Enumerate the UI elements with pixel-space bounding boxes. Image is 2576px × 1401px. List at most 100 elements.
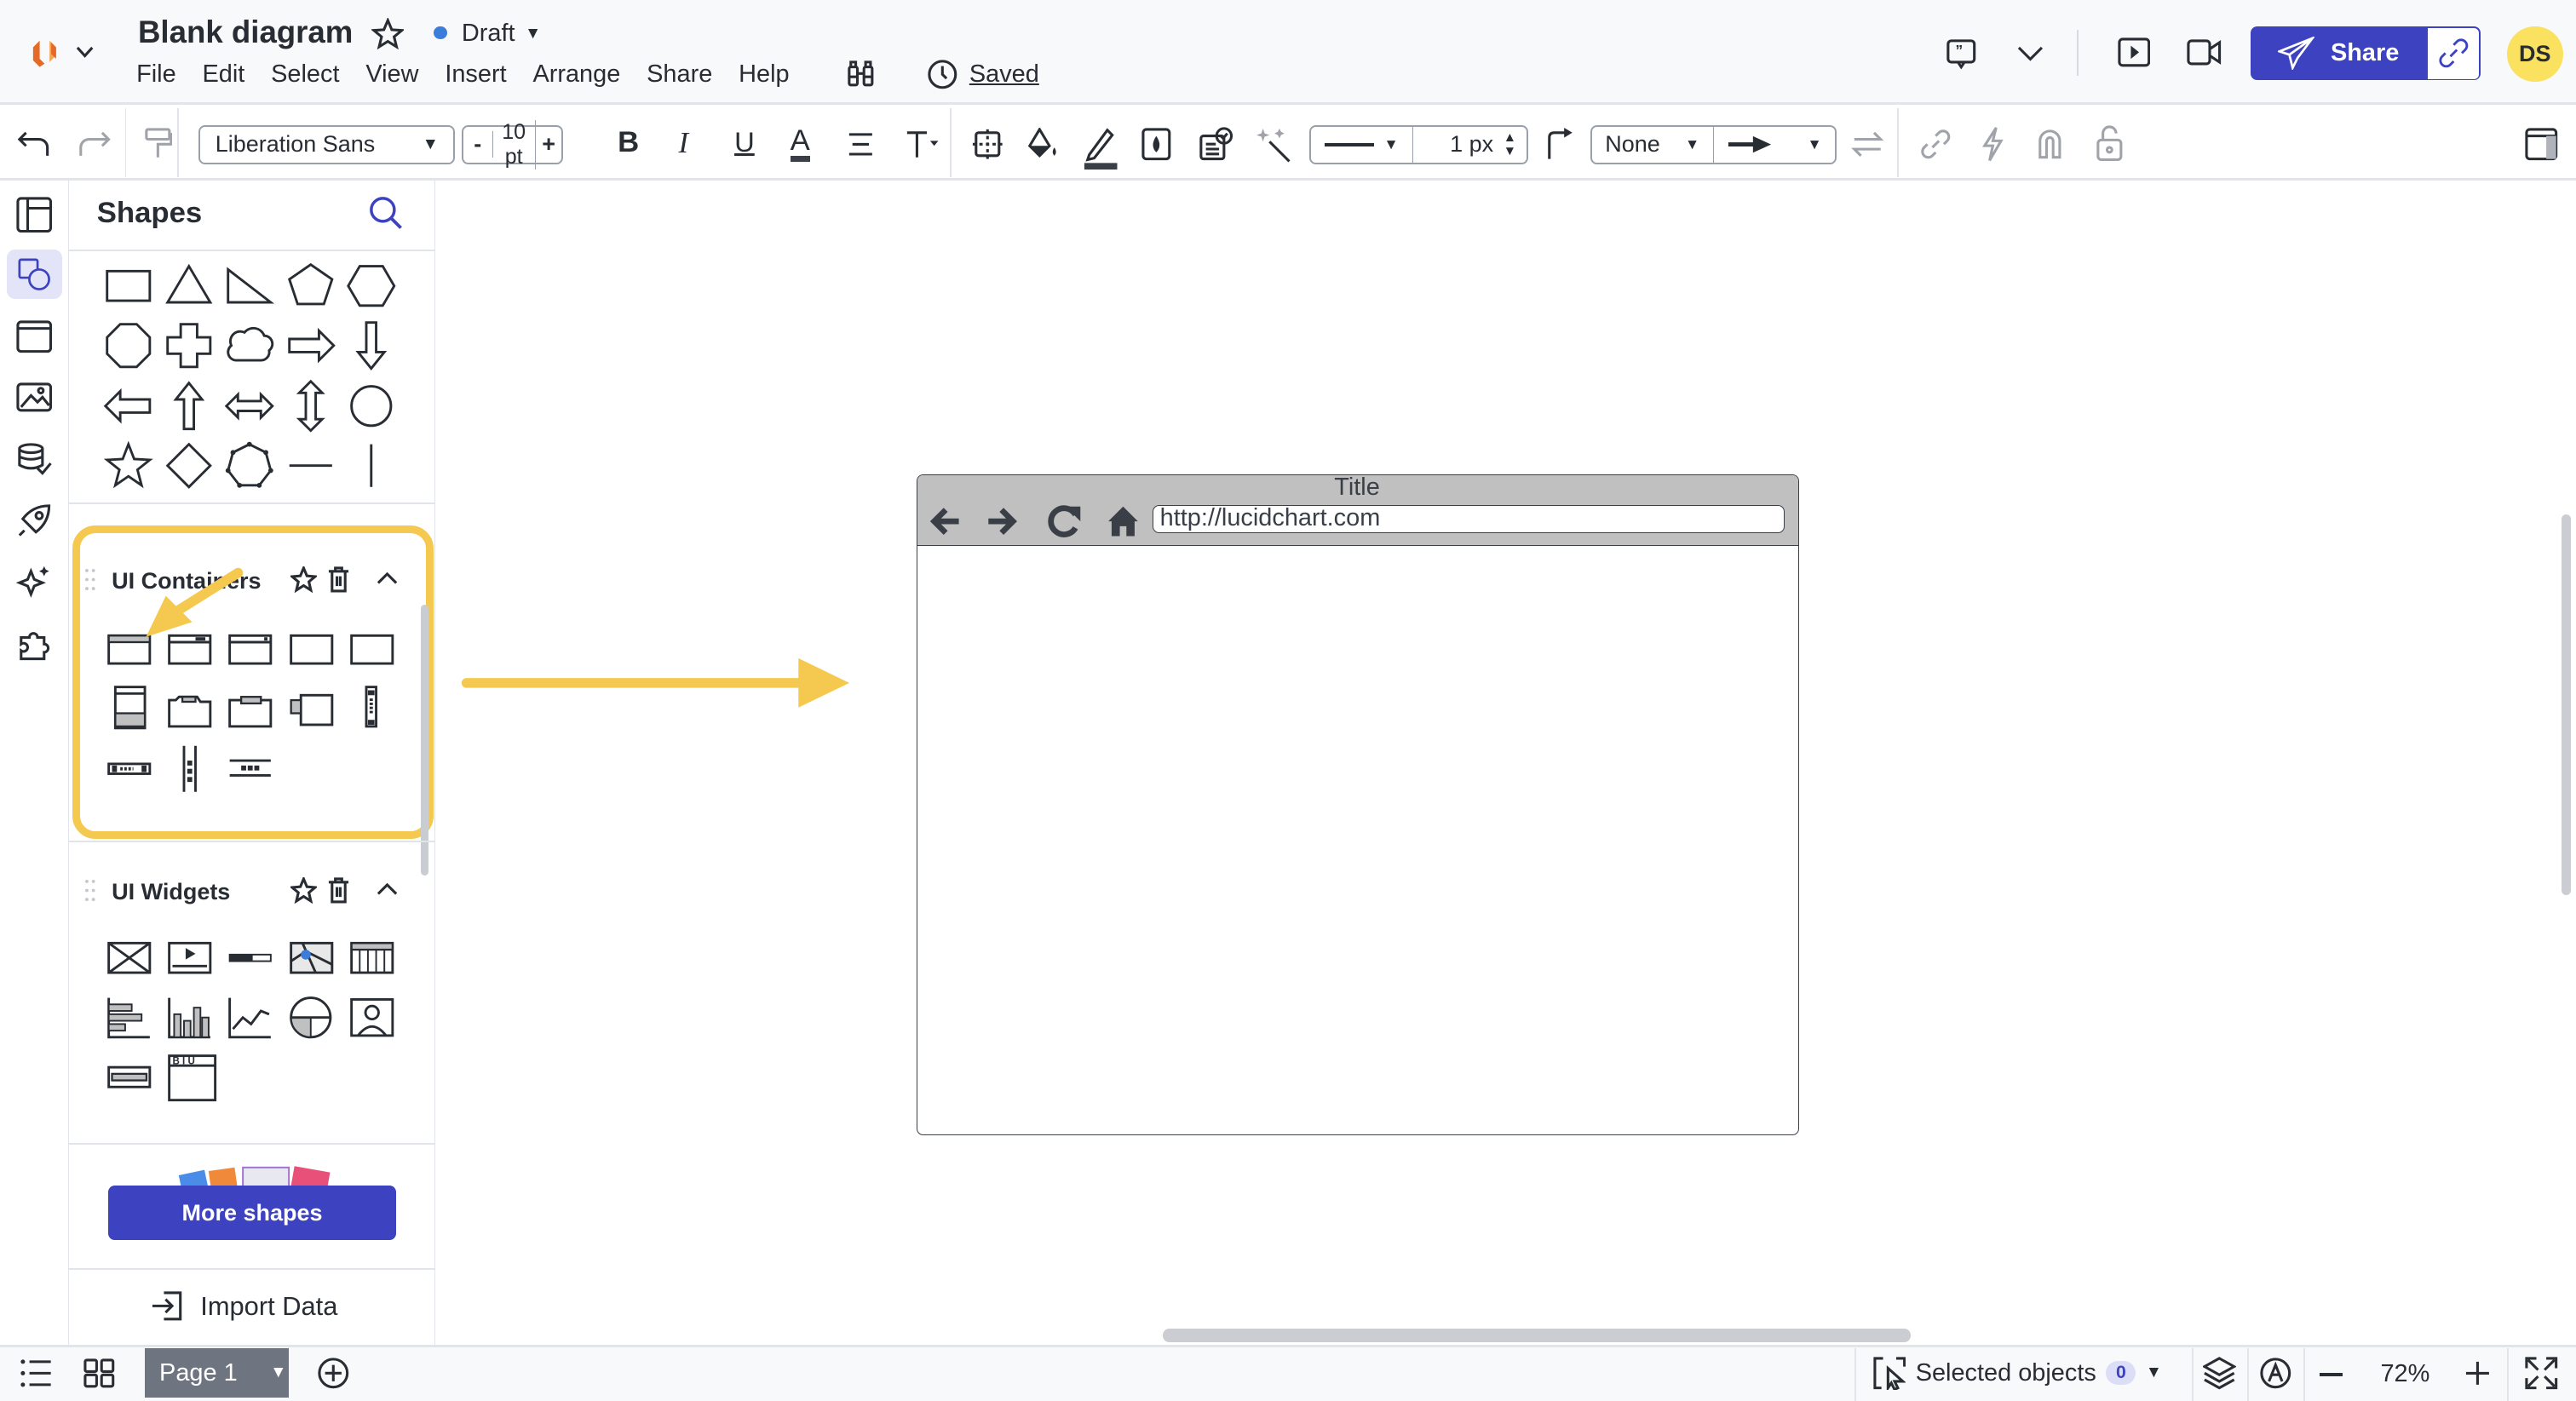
- redo-icon[interactable]: [76, 129, 112, 159]
- star-icon[interactable]: [371, 18, 405, 51]
- menu-insert[interactable]: Insert: [445, 60, 506, 89]
- shape-star[interactable]: [101, 436, 161, 496]
- browser-title[interactable]: Title: [917, 475, 1797, 502]
- font-size-input[interactable]: 10 pt: [493, 119, 536, 169]
- shape-horizontal-line[interactable]: [283, 436, 343, 496]
- shape-triangle[interactable]: [161, 256, 221, 316]
- browser-url-bar[interactable]: http://lucidchart.com: [1152, 505, 1785, 533]
- shape-container[interactable]: [343, 619, 404, 679]
- shape-panel[interactable]: [283, 619, 343, 679]
- add-page-icon[interactable]: [317, 1357, 350, 1390]
- layers-icon[interactable]: [2203, 1357, 2236, 1390]
- menu-file[interactable]: File: [136, 60, 176, 89]
- shape-map[interactable]: [283, 928, 343, 988]
- increase-font-size-button[interactable]: +: [536, 131, 562, 158]
- trash-icon[interactable]: [327, 566, 350, 593]
- end-arrow-select[interactable]: ▼: [1714, 135, 1836, 154]
- menu-share[interactable]: Share: [647, 60, 712, 89]
- shape-rich-text-editor[interactable]: B I U: [161, 1048, 221, 1107]
- fullscreen-icon[interactable]: [2525, 1357, 2558, 1390]
- shape-arrow-right[interactable]: [283, 316, 343, 376]
- shape-pie-chart[interactable]: [283, 988, 343, 1048]
- zoom-in-button[interactable]: [2464, 1360, 2491, 1387]
- start-arrow-select[interactable]: None ▼: [1592, 126, 1714, 163]
- document-title[interactable]: Blank diagram: [138, 14, 353, 50]
- shape-folder-tabs[interactable]: [161, 679, 221, 738]
- magic-wand-icon[interactable]: [1255, 125, 1294, 164]
- grid-view-icon[interactable]: [83, 1358, 115, 1388]
- shape-arrow-up-down[interactable]: [283, 376, 343, 436]
- panel-scrollbar[interactable]: [420, 604, 429, 876]
- shape-octagon[interactable]: [101, 316, 161, 376]
- link-icon[interactable]: [1919, 128, 1952, 161]
- toggle-right-panel-icon[interactable]: [2525, 128, 2558, 161]
- line-shape-icon[interactable]: [1544, 128, 1578, 161]
- templates-icon[interactable]: [16, 320, 53, 353]
- italic-button[interactable]: I: [678, 126, 688, 160]
- copy-link-button[interactable]: [2428, 27, 2480, 79]
- menu-select[interactable]: Select: [271, 60, 339, 89]
- image-icon[interactable]: [16, 382, 53, 412]
- shape-cross[interactable]: [161, 316, 221, 376]
- drag-handle-icon[interactable]: [85, 879, 95, 902]
- shape-hexagon[interactable]: [343, 256, 404, 316]
- integrations-puzzle-icon[interactable]: [16, 626, 52, 662]
- caret-down-icon[interactable]: ▼: [270, 1364, 286, 1382]
- shape-text-input[interactable]: [101, 1048, 161, 1107]
- drag-handle-icon[interactable]: [85, 568, 95, 591]
- shape-bar-chart[interactable]: [161, 988, 221, 1048]
- chevron-down-icon[interactable]: [2017, 46, 2044, 62]
- data-linking-icon[interactable]: [16, 442, 52, 478]
- shape-arrow-down[interactable]: [343, 316, 404, 376]
- shape-bar-chart-horizontal[interactable]: [101, 988, 161, 1048]
- line-width-input[interactable]: 1 px ▲ ▼: [1413, 131, 1527, 158]
- collapse-chevron-icon[interactable]: [377, 882, 398, 895]
- list-view-icon[interactable]: [20, 1358, 53, 1388]
- shape-cloud[interactable]: [221, 316, 282, 376]
- chevron-down-icon[interactable]: [76, 46, 94, 59]
- lucid-logo-icon[interactable]: [30, 36, 66, 72]
- line-color-icon[interactable]: [1083, 125, 1118, 171]
- format-painter-icon[interactable]: [143, 128, 173, 161]
- lightning-icon[interactable]: [1980, 126, 2006, 162]
- shape-horizontal-toolbar[interactable]: [101, 739, 161, 799]
- selected-objects-button[interactable]: Selected objects 0 ▼: [1872, 1357, 2162, 1390]
- accessibility-icon[interactable]: [2259, 1357, 2292, 1390]
- shape-arrow-left-right[interactable]: [221, 376, 282, 436]
- present-icon[interactable]: [2118, 37, 2151, 67]
- share-button[interactable]: Share: [2251, 26, 2426, 81]
- zoom-level[interactable]: 72%: [2380, 1360, 2429, 1388]
- shape-progress-bar[interactable]: [221, 928, 282, 988]
- shape-right-triangle[interactable]: [221, 256, 282, 316]
- menu-edit[interactable]: Edit: [202, 60, 244, 89]
- bold-button[interactable]: B: [618, 126, 639, 159]
- ai-sparkle-icon[interactable]: [16, 565, 52, 598]
- shape-vertical-toolbar[interactable]: [343, 679, 404, 738]
- user-avatar[interactable]: DS: [2506, 26, 2563, 83]
- lock-icon[interactable]: [2095, 125, 2125, 161]
- swap-arrows-icon[interactable]: [1851, 129, 1884, 159]
- zoom-out-button[interactable]: [2320, 1373, 2343, 1377]
- trash-icon[interactable]: [327, 877, 350, 904]
- shape-arrow-up[interactable]: [161, 376, 221, 436]
- shape-vertical-line[interactable]: [343, 436, 404, 496]
- opacity-icon[interactable]: [1141, 128, 1171, 161]
- comments-icon[interactable]: ”: [1945, 37, 1978, 71]
- ui-widgets-title[interactable]: UI Widgets: [112, 879, 230, 905]
- shape-horizontal-separator[interactable]: [221, 739, 282, 799]
- shape-video-player[interactable]: [161, 928, 221, 988]
- collapse-chevron-icon[interactable]: [377, 571, 398, 584]
- import-data-button[interactable]: Import Data: [151, 1291, 337, 1322]
- undo-icon[interactable]: [16, 129, 52, 159]
- text-options-icon[interactable]: [904, 128, 940, 161]
- shape-table[interactable]: [343, 928, 404, 988]
- more-shapes-button[interactable]: More shapes: [108, 1186, 396, 1241]
- vertical-scrollbar[interactable]: [2561, 514, 2572, 896]
- underline-button[interactable]: U: [734, 126, 755, 158]
- shape-circle[interactable]: [343, 376, 404, 436]
- page-tab[interactable]: Page 1 ▼: [144, 1348, 290, 1398]
- browser-window-shape[interactable]: Title http://lucidchart.com: [917, 474, 1799, 1135]
- text-color-button[interactable]: A: [790, 125, 810, 163]
- pages-panel-icon[interactable]: [16, 197, 53, 233]
- horizontal-scrollbar[interactable]: [1163, 1329, 1911, 1342]
